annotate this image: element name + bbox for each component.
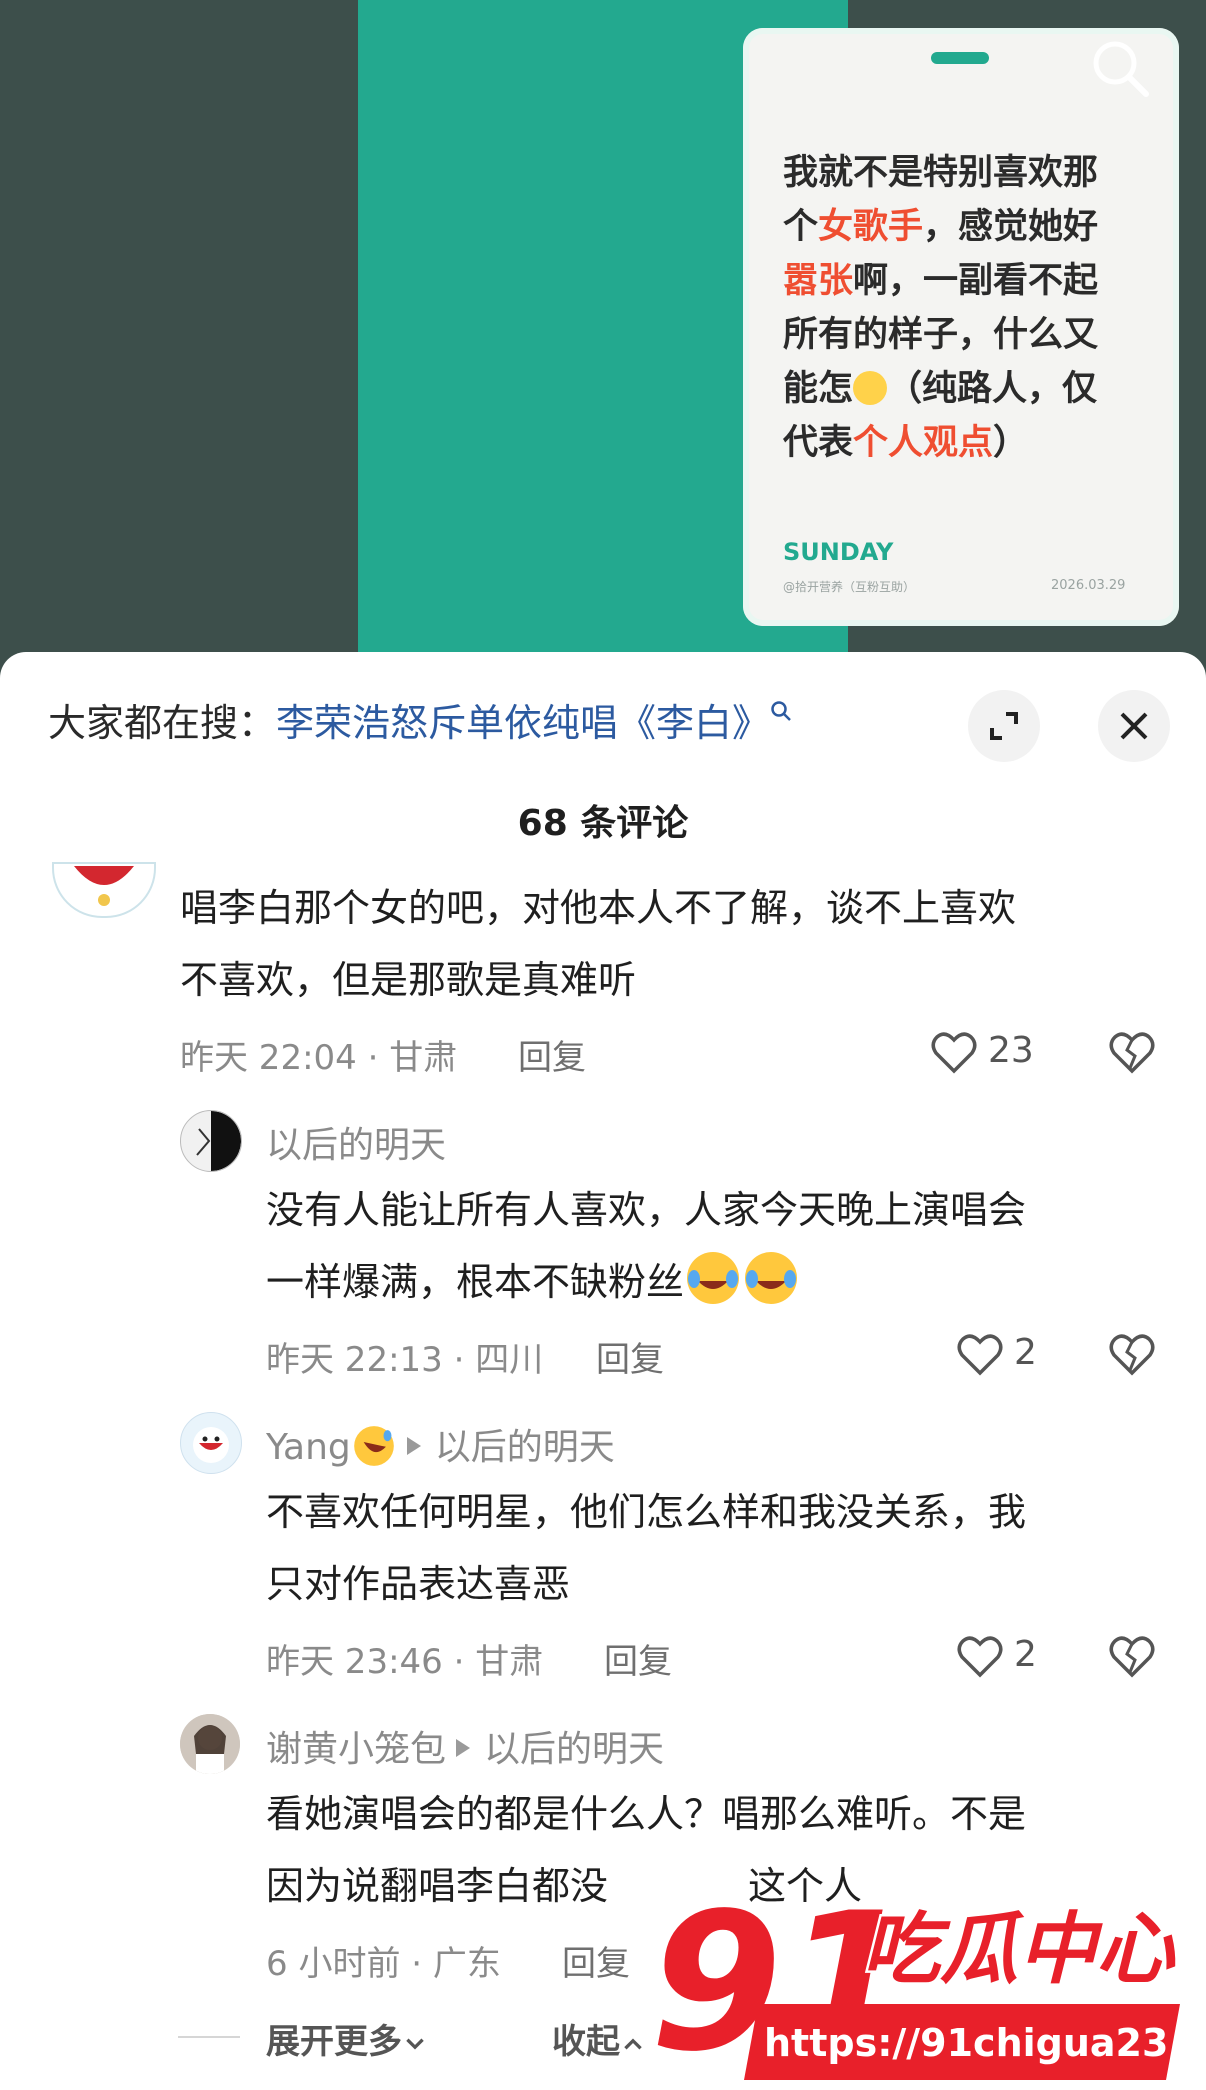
like-count: 2 bbox=[1014, 1634, 1037, 1675]
video-player[interactable]: 我就不是特别喜欢那 个女歌手，感觉她好 嚣张啊，一副看不起 所有的样子，什么又 … bbox=[0, 0, 1206, 680]
poster-quote: 我就不是特别喜欢那 个女歌手，感觉她好 嚣张啊，一副看不起 所有的样子，什么又 … bbox=[783, 146, 1153, 470]
suggestion-query[interactable]: 李荣浩怒斥单依纯唱《李白》 bbox=[276, 701, 770, 745]
relieved-face-icon bbox=[853, 371, 888, 405]
comment-username[interactable]: 谢黄小笼包 以后的明天 bbox=[266, 1720, 664, 1772]
divider bbox=[178, 2036, 240, 2038]
rolling-laughing-emoji-icon bbox=[353, 1426, 394, 1466]
like-count: 2 bbox=[1014, 1332, 1037, 1373]
watermark-logo: 91 吃瓜中心 https://91chigua23.com bbox=[647, 1869, 1206, 2090]
watermark-url: https://91chigua23.com bbox=[764, 2021, 1180, 2065]
reply-button[interactable]: 回复 bbox=[518, 1030, 586, 1079]
suggestion-prefix: 大家都在搜： bbox=[48, 701, 277, 745]
watermark: 91 吃瓜中心 https://91chigua23.com bbox=[640, 1869, 1206, 2090]
avatar-image bbox=[180, 1714, 240, 1774]
dislike-heart-icon[interactable] bbox=[1108, 1332, 1156, 1376]
chevron-down-icon bbox=[406, 2038, 424, 2050]
laughing-crying-emoji-icon bbox=[745, 1252, 798, 1304]
poster-line: 所有的样子，什么又 bbox=[783, 315, 1099, 355]
poster-line: 我就不是特别喜欢那 bbox=[783, 153, 1099, 193]
card-notch bbox=[931, 52, 989, 64]
heart-icon[interactable] bbox=[956, 1634, 1004, 1678]
comment-meta: 昨天 22:13 · 四川 bbox=[266, 1340, 544, 1380]
watermark-title: 吃瓜中心 bbox=[862, 1905, 1176, 1995]
comment-username[interactable]: Yang 以后的明天 bbox=[266, 1418, 615, 1470]
avatar[interactable] bbox=[180, 1412, 242, 1474]
search-icon[interactable] bbox=[1088, 36, 1152, 100]
search-suggestion[interactable]: 大家都在搜：李荣浩怒斥单依纯唱《李白》 bbox=[48, 692, 792, 747]
reply-to-username[interactable]: 以后的明天 bbox=[484, 1729, 664, 1770]
reply-button[interactable]: 回复 bbox=[596, 1332, 664, 1381]
reply-button[interactable]: 回复 bbox=[604, 1634, 672, 1683]
dislike-heart-icon[interactable] bbox=[1108, 1030, 1156, 1074]
video-poster: 我就不是特别喜欢那 个女歌手，感觉她好 嚣张啊，一副看不起 所有的样子，什么又 … bbox=[358, 0, 1179, 680]
comment-meta: 昨天 22:04 · 甘肃 bbox=[180, 1038, 458, 1078]
like-count: 23 bbox=[988, 1030, 1034, 1071]
expand-button[interactable] bbox=[968, 690, 1040, 762]
expand-icon bbox=[990, 712, 1018, 740]
poster-brand: SUNDAY bbox=[783, 538, 894, 566]
dislike-heart-icon[interactable] bbox=[1108, 1634, 1156, 1678]
poster-line: 能怎 （纯路人，仅 bbox=[783, 369, 1098, 409]
collapse-button[interactable]: 收起 bbox=[552, 2014, 646, 2063]
poster-card: 我就不是特别喜欢那 个女歌手，感觉她好 嚣张啊，一副看不起 所有的样子，什么又 … bbox=[743, 28, 1179, 626]
reply-arrow-icon bbox=[406, 1437, 421, 1455]
reply-button[interactable]: 回复 bbox=[562, 1936, 630, 1985]
comment-meta: 昨天 23:46 · 甘肃 bbox=[266, 1642, 544, 1682]
expand-more-button[interactable]: 展开更多 bbox=[266, 2014, 428, 2063]
search-small-icon bbox=[771, 701, 791, 721]
close-icon bbox=[1120, 712, 1148, 740]
comment-text: 不喜欢任何明星，他们怎么样和我没关系，我 只对作品表达喜恶 bbox=[266, 1490, 1027, 1606]
avatar[interactable] bbox=[180, 1714, 240, 1774]
comment-count: 68 条评论 bbox=[517, 803, 689, 844]
poster-line: 嚣张啊，一副看不起 bbox=[783, 261, 1099, 301]
comment-text: 唱李白那个女的吧，对他本人不了解，谈不上喜欢 不喜欢，但是那歌是真难听 bbox=[180, 886, 1017, 1002]
avatar-image bbox=[193, 1427, 229, 1463]
poster-date: 2026.03.29 bbox=[1051, 578, 1126, 593]
laughing-crying-emoji-icon bbox=[687, 1252, 740, 1304]
close-button[interactable] bbox=[1098, 690, 1170, 762]
heart-icon[interactable] bbox=[930, 1030, 978, 1074]
avatar-image bbox=[196, 1111, 241, 1171]
reply-to-username[interactable]: 以后的明天 bbox=[435, 1427, 615, 1468]
comment-text: 没有人能让所有人喜欢，人家今天晚上演唱会 一样爆满，根本不缺粉丝 bbox=[266, 1174, 1166, 1318]
poster-line: 代表个人观点） bbox=[783, 423, 1029, 463]
heart-icon[interactable] bbox=[956, 1332, 1004, 1376]
reply-arrow-icon bbox=[456, 1739, 471, 1757]
poster-line: 个女歌手，感觉她好 bbox=[783, 207, 1099, 247]
avatar[interactable] bbox=[180, 1110, 242, 1172]
comment-username[interactable]: 以后的明天 bbox=[266, 1116, 446, 1168]
poster-handle: @拾开营养（互粉互助） bbox=[783, 580, 916, 594]
comment-meta: 6 小时前 · 广东 bbox=[266, 1944, 501, 1984]
